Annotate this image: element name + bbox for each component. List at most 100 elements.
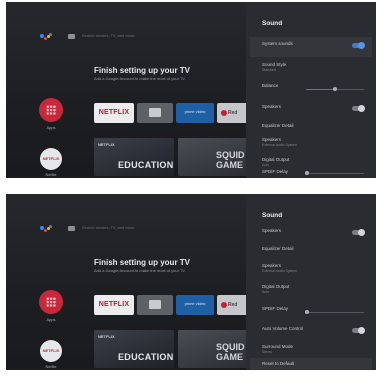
setting-value: External Audio System xyxy=(262,269,298,273)
setting-label: SPDIF Delay xyxy=(262,169,289,174)
setting-label: Speakers xyxy=(262,104,282,109)
setup-banner-title[interactable]: Finish setting up your TV xyxy=(94,66,190,75)
keyboard-icon[interactable] xyxy=(68,226,75,231)
content-card-title: EDUCATION xyxy=(118,352,174,362)
toggle-switch[interactable] xyxy=(352,105,365,112)
live-tv-tile[interactable] xyxy=(137,103,173,123)
setting-label: SPDIF Delay xyxy=(262,306,289,311)
setting-system-sounds[interactable]: System sounds xyxy=(250,37,372,57)
sound-settings-panel: Sound Speakers Equalizer Detail Speakers… xyxy=(246,194,376,370)
setting-digital-output[interactable]: Digital Output Auto xyxy=(250,280,372,300)
setting-sound-style[interactable]: Sound Style Standard xyxy=(250,58,372,78)
setting-label: System sounds xyxy=(262,41,293,46)
setting-auto-volume-control[interactable]: Auto Volume Control xyxy=(250,322,372,342)
netflix-tile-logo: NETFLIX xyxy=(98,109,130,116)
setting-speakers[interactable]: Speakers External Audio System xyxy=(250,133,372,153)
setting-label: Auto Volume Control xyxy=(262,326,304,331)
apps-grid-icon xyxy=(46,297,56,307)
content-card-tag: NETFLIX xyxy=(98,334,115,339)
setting-spdif-delay[interactable]: SPDIF Delay xyxy=(250,302,372,322)
netflix-channel-label: Netflix xyxy=(45,364,57,369)
netflix-channel-icon[interactable]: NETFLIX xyxy=(40,148,62,170)
setting-label: Sound Style xyxy=(262,62,287,67)
setting-value: Stereo xyxy=(262,350,273,354)
setting-speakers-toggle[interactable]: Speakers xyxy=(250,100,372,120)
prime-video-tile[interactable]: prime video xyxy=(176,295,214,315)
netflix-channel-icon[interactable]: NETFLIX xyxy=(40,340,62,362)
setting-value: Standard xyxy=(262,68,277,72)
setting-label: Equalizer Detail xyxy=(262,246,294,251)
tv-screen-1: Search movies, TV, and more Finish setti… xyxy=(6,2,376,178)
apps-button[interactable] xyxy=(39,98,63,122)
apps-button[interactable] xyxy=(39,290,63,314)
red-app-tile[interactable]: Red xyxy=(217,295,249,315)
content-card-education[interactable]: NETFLIX EDUCATION xyxy=(94,138,174,176)
slider-handle[interactable] xyxy=(333,87,337,91)
live-tv-tile[interactable] xyxy=(137,295,173,315)
setting-spdif-delay[interactable]: SPDIF Delay xyxy=(250,165,372,178)
content-card-title: SQUID GAME xyxy=(216,150,245,170)
setting-label: Surround Mode xyxy=(262,344,294,349)
prime-video-logo: prime video xyxy=(184,301,206,306)
setting-reset-to-default[interactable]: Reset to Default xyxy=(250,358,372,370)
red-app-label: Red xyxy=(228,302,238,308)
setting-label: Balance xyxy=(262,83,279,88)
search-input[interactable]: Search movies, TV, and more xyxy=(82,33,134,38)
slider-fill xyxy=(306,89,335,90)
prime-video-logo: prime video xyxy=(184,109,206,114)
toggle-switch[interactable] xyxy=(352,229,365,236)
content-card-squid-game[interactable]: SQUID GAME xyxy=(178,138,250,176)
apps-label: Apps xyxy=(46,317,56,322)
setting-surround-mode[interactable]: Surround Mode Stereo xyxy=(250,340,372,360)
keyboard-icon[interactable] xyxy=(68,34,75,39)
setting-label: Speakers xyxy=(262,228,282,233)
google-assistant-icon[interactable] xyxy=(40,225,52,233)
setting-label: Speakers xyxy=(262,137,282,142)
content-card-title: SQUID GAME xyxy=(216,342,245,362)
setting-speakers[interactable]: Speakers External Audio System xyxy=(250,259,372,279)
content-card-squid-game[interactable]: SQUID GAME xyxy=(178,330,250,368)
panel-title: Sound xyxy=(262,212,283,219)
setting-value: External Audio System xyxy=(262,143,298,147)
apps-grid-icon xyxy=(46,105,56,115)
red-app-label: Red xyxy=(228,110,238,116)
home-screen: Search movies, TV, and more Finish setti… xyxy=(6,2,250,178)
content-card-title: EDUCATION xyxy=(118,160,174,170)
tv-icon xyxy=(149,108,161,117)
setup-banner-subtitle: Add a Google Account to make the most of… xyxy=(94,76,186,81)
setting-label: Speakers xyxy=(262,263,282,268)
setup-banner-subtitle: Add a Google Account to make the most of… xyxy=(94,268,186,273)
slider-handle[interactable] xyxy=(305,171,309,175)
red-dot-icon xyxy=(221,110,227,116)
setting-value: Auto xyxy=(262,290,270,294)
netflix-tile-logo: NETFLIX xyxy=(98,301,130,308)
home-screen: Search movies, TV, and more Finish setti… xyxy=(6,194,250,370)
netflix-channel-label: Netflix xyxy=(45,172,57,177)
slider-handle[interactable] xyxy=(305,310,309,314)
setting-label: Digital Output xyxy=(262,157,290,162)
google-assistant-icon[interactable] xyxy=(40,33,52,41)
netflix-tile[interactable]: NETFLIX xyxy=(94,103,134,123)
tv-screen-2: Search movies, TV, and more Finish setti… xyxy=(6,194,376,370)
setting-speakers-toggle[interactable]: Speakers xyxy=(250,224,372,244)
red-app-tile[interactable]: Red xyxy=(217,103,249,123)
red-dot-icon xyxy=(221,302,227,308)
sound-settings-panel: Sound System sounds Sound Style Standard… xyxy=(246,2,376,178)
setup-banner-title[interactable]: Finish setting up your TV xyxy=(94,258,190,267)
slider-track[interactable] xyxy=(305,310,364,314)
setting-label: Equalizer Detail xyxy=(262,123,294,128)
setting-balance[interactable]: Balance xyxy=(250,79,372,99)
netflix-tile[interactable]: NETFLIX xyxy=(94,295,134,315)
slider-track[interactable] xyxy=(305,171,364,175)
toggle-switch[interactable] xyxy=(352,42,365,49)
prime-video-tile[interactable]: prime video xyxy=(176,103,214,123)
tv-icon xyxy=(149,300,161,309)
search-input[interactable]: Search movies, TV, and more xyxy=(82,225,134,230)
content-card-education[interactable]: NETFLIX EDUCATION xyxy=(94,330,174,368)
setting-label: Reset to Default xyxy=(262,361,295,366)
setting-label: Digital Output xyxy=(262,284,290,289)
slider-track[interactable] xyxy=(306,87,364,91)
panel-title: Sound xyxy=(262,20,283,27)
toggle-switch[interactable] xyxy=(352,327,365,334)
content-card-tag: NETFLIX xyxy=(98,142,115,147)
